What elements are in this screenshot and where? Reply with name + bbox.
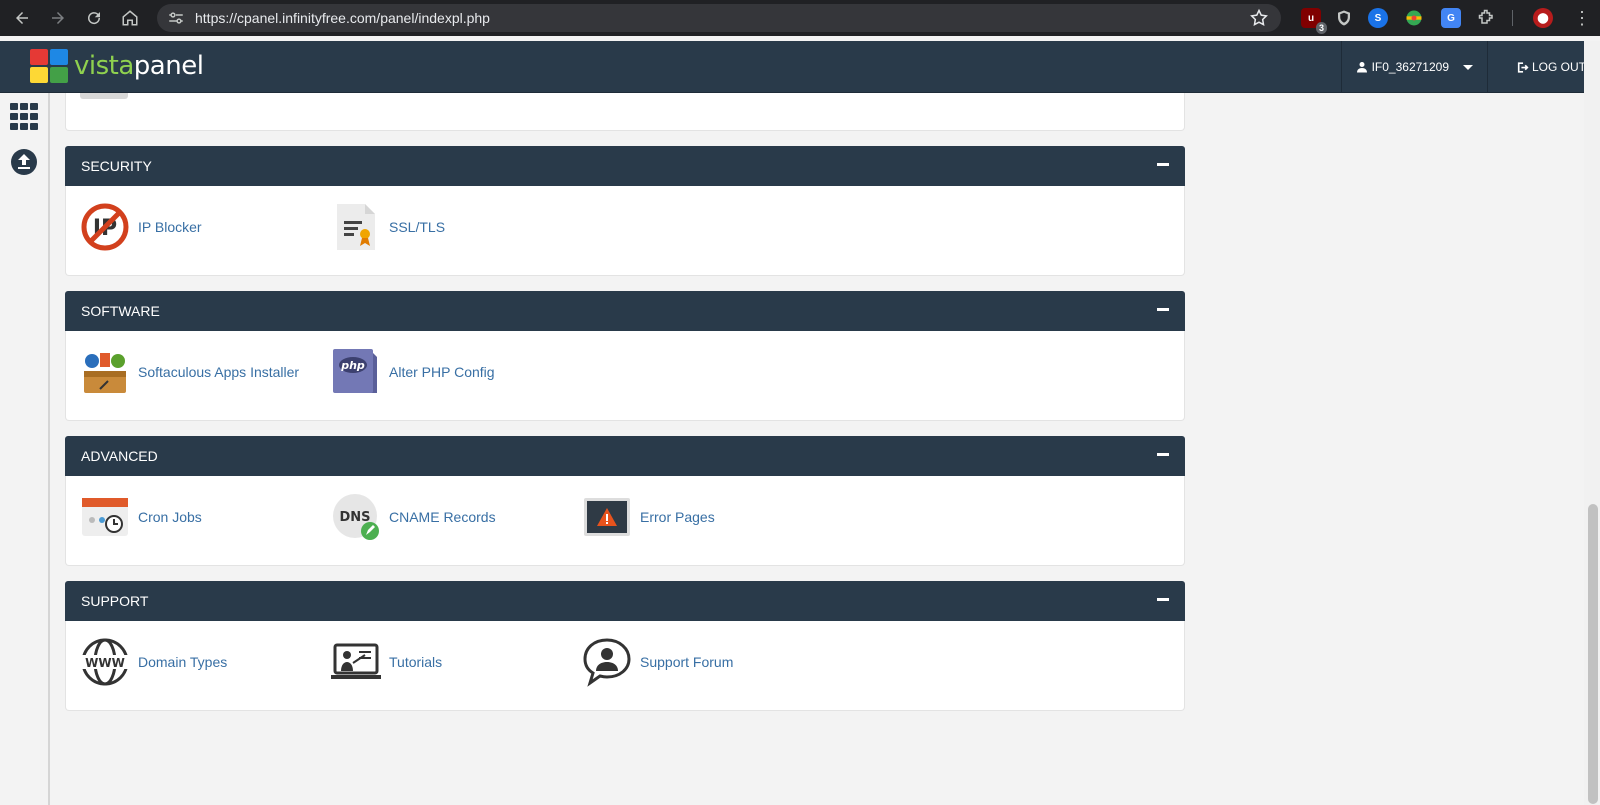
- logout-button[interactable]: LOG OUT: [1516, 41, 1586, 93]
- tool-cron-jobs[interactable]: Cron Jobs: [80, 492, 202, 542]
- scrollbar-thumb[interactable]: [1588, 504, 1598, 804]
- ublock-extension-icon[interactable]: u3: [1301, 8, 1327, 34]
- logo-text: vistapanel: [74, 51, 204, 81]
- tool-label[interactable]: Tutorials: [389, 654, 442, 670]
- upload-icon[interactable]: [10, 148, 38, 176]
- shazam-extension-icon[interactable]: S: [1368, 8, 1388, 28]
- home-icon[interactable]: [112, 0, 148, 36]
- tool-error-pages[interactable]: Error Pages: [582, 492, 715, 542]
- section-header[interactable]: ADVANCED: [65, 436, 1185, 476]
- tool-tutorials[interactable]: Tutorials: [331, 637, 442, 687]
- address-bar[interactable]: https://cpanel.infinityfree.com/panel/in…: [157, 4, 1281, 32]
- tool-label[interactable]: Error Pages: [640, 509, 715, 525]
- tool-ip-blocker[interactable]: IP IP Blocker: [80, 202, 202, 252]
- section-body: Softaculous Apps Installer php Alter PHP…: [65, 331, 1185, 421]
- tool-label[interactable]: Alter PHP Config: [389, 364, 495, 380]
- section-advanced: ADVANCED Cron Jobs DNS CNAME Records Err…: [65, 436, 1185, 566]
- chevron-down-icon: [1463, 64, 1473, 70]
- logo-blocks-icon: [30, 49, 68, 83]
- tool-alter-php-config[interactable]: php Alter PHP Config: [331, 347, 495, 397]
- apps-grid-icon[interactable]: [10, 103, 38, 131]
- tool-label[interactable]: Softaculous Apps Installer: [138, 364, 299, 380]
- site-info-icon[interactable]: [167, 9, 185, 27]
- tool-domain-types[interactable]: WWW Domain Types: [80, 637, 227, 687]
- bookmark-star-icon[interactable]: [1249, 8, 1269, 28]
- php-config-icon: php: [331, 347, 381, 397]
- section-header[interactable]: SECURITY: [65, 146, 1185, 186]
- reload-icon[interactable]: [76, 0, 112, 36]
- tool-support-forum[interactable]: Support Forum: [582, 637, 733, 687]
- panel-header: vistapanel IF0_36271209 LOG OUT: [0, 41, 1600, 93]
- section-body: Cron Jobs DNS CNAME Records Error Pages: [65, 476, 1185, 566]
- tool-label[interactable]: IP Blocker: [138, 219, 202, 235]
- browser-toolbar: https://cpanel.infinityfree.com/panel/in…: [0, 0, 1600, 36]
- tool-label[interactable]: Support Forum: [640, 654, 733, 670]
- user-dropdown[interactable]: IF0_36271209: [1340, 41, 1488, 93]
- error-warning-icon: [582, 492, 632, 542]
- section-support: SUPPORT WWW Domain Types Tutorials Suppo…: [65, 581, 1185, 711]
- colorful-extension-icon[interactable]: [1404, 8, 1424, 28]
- tool-label[interactable]: SSL/TLS: [389, 219, 445, 235]
- username: IF0_36271209: [1371, 60, 1449, 74]
- tool-cname-records[interactable]: DNS CNAME Records: [331, 492, 496, 542]
- tool-label[interactable]: Domain Types: [138, 654, 227, 670]
- dns-icon: DNS: [331, 492, 381, 542]
- section-title: SECURITY: [81, 158, 152, 174]
- collapse-minus-icon[interactable]: [1157, 598, 1169, 601]
- tool-label[interactable]: CNAME Records: [389, 509, 496, 525]
- forward-arrow-icon[interactable]: [40, 0, 76, 36]
- section-title: ADVANCED: [81, 448, 158, 464]
- section-header[interactable]: SUPPORT: [65, 581, 1185, 621]
- url-text[interactable]: https://cpanel.infinityfree.com/panel/in…: [195, 10, 490, 26]
- section-header[interactable]: SOFTWARE: [65, 291, 1185, 331]
- shield-extension-icon[interactable]: [1334, 8, 1354, 28]
- collapse-minus-icon[interactable]: [1157, 453, 1169, 456]
- back-arrow-icon[interactable]: [4, 0, 40, 36]
- svg-text:php: php: [340, 359, 365, 372]
- softaculous-icon: [80, 347, 130, 397]
- ip-blocker-icon: IP: [80, 202, 130, 252]
- ssl-certificate-icon: [331, 202, 381, 252]
- tool-label[interactable]: Cron Jobs: [138, 509, 202, 525]
- section-body: WWW Domain Types Tutorials Support Forum: [65, 621, 1185, 711]
- www-globe-icon: WWW: [80, 637, 130, 687]
- chat-bubble-user-icon: [582, 637, 632, 687]
- left-sidebar: [0, 93, 50, 805]
- extensions-puzzle-icon[interactable]: [1477, 8, 1497, 28]
- tool-softaculous[interactable]: Softaculous Apps Installer: [80, 347, 299, 397]
- previous-section-tail: [65, 93, 1185, 131]
- profile-avatar-icon[interactable]: ⬤: [1533, 8, 1553, 28]
- logout-label: LOG OUT: [1531, 60, 1586, 74]
- user-icon: [1356, 62, 1367, 73]
- browser-menu-icon[interactable]: ⋮: [1572, 8, 1592, 28]
- tool-ssl-tls[interactable]: SSL/TLS: [331, 202, 445, 252]
- svg-text:DNS: DNS: [339, 510, 370, 525]
- cron-calendar-icon: [80, 492, 130, 542]
- tutorials-presentation-icon: [331, 637, 381, 687]
- logout-icon: [1517, 61, 1529, 73]
- section-body: IP IP Blocker SSL/TLS: [65, 186, 1185, 276]
- section-title: SUPPORT: [81, 593, 149, 609]
- partial-icon: [80, 93, 128, 99]
- collapse-minus-icon[interactable]: [1157, 308, 1169, 311]
- vistapanel-logo[interactable]: vistapanel: [30, 49, 204, 83]
- section-security: SECURITY IP IP Blocker SSL/TLS: [65, 146, 1185, 276]
- extension-badge: 3: [1315, 22, 1327, 34]
- translate-extension-icon[interactable]: G: [1441, 8, 1461, 28]
- section-software: SOFTWARE Softaculous Apps Installer php …: [65, 291, 1185, 421]
- section-title: SOFTWARE: [81, 303, 160, 319]
- toolbar-divider: [1512, 10, 1513, 26]
- collapse-minus-icon[interactable]: [1157, 163, 1169, 166]
- svg-text:WWW: WWW: [85, 656, 125, 670]
